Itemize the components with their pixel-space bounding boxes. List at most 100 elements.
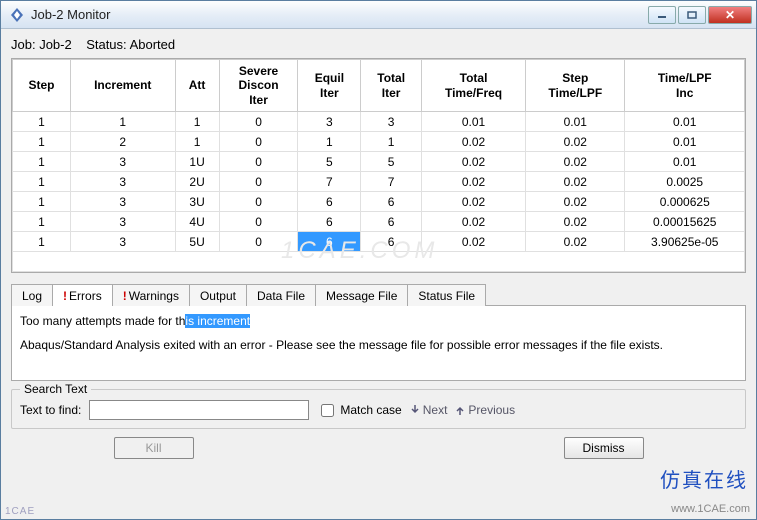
table-cell[interactable]: 0 [219, 172, 298, 192]
table-cell[interactable]: 0.0025 [625, 172, 745, 192]
col-time-lpf-inc[interactable]: Time/LPFInc [625, 60, 745, 112]
table-cell[interactable]: 0.02 [421, 232, 525, 252]
table-cell[interactable]: 0 [219, 152, 298, 172]
table-row[interactable]: 134U0660.020.020.00015625 [13, 212, 745, 232]
table-cell[interactable]: 0.01 [625, 112, 745, 132]
tab-warnings[interactable]: !Warnings [112, 284, 190, 306]
table-cell[interactable]: 0.000625 [625, 192, 745, 212]
table-cell[interactable]: 0.02 [421, 172, 525, 192]
col-severe-discon[interactable]: SevereDisconIter [219, 60, 298, 112]
tab-log[interactable]: Log [11, 284, 53, 306]
table-cell[interactable]: 3 [70, 172, 175, 192]
table-cell[interactable]: 3 [70, 152, 175, 172]
table-cell[interactable]: 1 [13, 152, 71, 172]
col-total-time[interactable]: TotalTime/Freq [421, 60, 525, 112]
table-cell[interactable]: 1 [13, 212, 71, 232]
table-row[interactable]: 131U0550.020.020.01 [13, 152, 745, 172]
table-cell[interactable]: 2 [70, 132, 175, 152]
table-row[interactable]: 132U0770.020.020.0025 [13, 172, 745, 192]
titlebar[interactable]: Job-2 Monitor ✕ [1, 1, 756, 29]
table-cell[interactable]: 2U [175, 172, 219, 192]
table-cell[interactable]: 6 [361, 192, 422, 212]
table-cell[interactable]: 0 [219, 192, 298, 212]
table-cell[interactable]: 0.01 [421, 112, 525, 132]
dismiss-button[interactable]: Dismiss [564, 437, 644, 459]
table-cell[interactable]: 3 [70, 192, 175, 212]
table-cell[interactable]: 0 [219, 212, 298, 232]
warning-bang-icon: ! [123, 289, 127, 303]
table-cell[interactable]: 0.01 [625, 132, 745, 152]
status-label: Status: [86, 37, 126, 52]
maximize-button[interactable] [678, 6, 706, 24]
table-cell[interactable]: 0.02 [526, 232, 625, 252]
table-cell[interactable]: 0.01 [625, 152, 745, 172]
table-cell[interactable]: 0.02 [421, 132, 525, 152]
tab-data-file[interactable]: Data File [246, 284, 316, 306]
table-cell[interactable]: 3U [175, 192, 219, 212]
table-cell[interactable]: 0.02 [421, 152, 525, 172]
table-cell[interactable]: 0.02 [526, 212, 625, 232]
table-cell[interactable]: 5 [298, 152, 361, 172]
table-row[interactable]: 1110330.010.010.01 [13, 112, 745, 132]
table-row[interactable]: 133U0660.020.020.000625 [13, 192, 745, 212]
table-cell[interactable]: 7 [361, 172, 422, 192]
table-cell[interactable]: 0 [219, 132, 298, 152]
table-cell[interactable]: 3 [70, 232, 175, 252]
table-cell[interactable]: 3 [361, 112, 422, 132]
table-cell[interactable]: 1 [70, 112, 175, 132]
table-cell[interactable]: 6 [298, 232, 361, 252]
tab-errors[interactable]: !Errors [52, 284, 113, 306]
tab-status-file[interactable]: Status File [407, 284, 486, 306]
close-button[interactable]: ✕ [708, 6, 752, 24]
table-cell[interactable]: 1 [175, 132, 219, 152]
table-cell[interactable]: 1 [175, 112, 219, 132]
table-cell[interactable]: 3 [70, 212, 175, 232]
previous-button[interactable]: Previous [455, 403, 515, 417]
table-cell[interactable]: 0.02 [421, 192, 525, 212]
table-cell[interactable]: 0 [219, 112, 298, 132]
table-cell[interactable]: 1 [13, 192, 71, 212]
table-cell[interactable]: 0.02 [526, 132, 625, 152]
match-case-input[interactable] [321, 404, 334, 417]
tab-output[interactable]: Output [189, 284, 247, 306]
col-equil-iter[interactable]: EquilIter [298, 60, 361, 112]
tab-message-file[interactable]: Message File [315, 284, 408, 306]
table-cell[interactable]: 6 [361, 212, 422, 232]
table-cell[interactable]: 3 [298, 112, 361, 132]
table-cell[interactable]: 4U [175, 212, 219, 232]
table-cell[interactable]: 0.02 [526, 152, 625, 172]
table-cell[interactable]: 0.02 [526, 172, 625, 192]
minimize-button[interactable] [648, 6, 676, 24]
table-cell[interactable]: 1 [361, 132, 422, 152]
col-total-iter[interactable]: TotalIter [361, 60, 422, 112]
error-message-box[interactable]: Too many attempts made for this incremen… [11, 305, 746, 381]
table-cell[interactable]: 5 [361, 152, 422, 172]
table-cell[interactable]: 6 [298, 212, 361, 232]
table-cell[interactable]: 0.02 [526, 192, 625, 212]
table-cell[interactable]: 1U [175, 152, 219, 172]
col-increment[interactable]: Increment [70, 60, 175, 112]
table-cell[interactable]: 3.90625e-05 [625, 232, 745, 252]
table-cell[interactable]: 0 [219, 232, 298, 252]
match-case-checkbox[interactable]: Match case [317, 401, 401, 420]
table-cell[interactable]: 1 [298, 132, 361, 152]
data-table[interactable]: Step Increment Att SevereDisconIter Equi… [12, 59, 745, 272]
table-cell[interactable]: 0.00015625 [625, 212, 745, 232]
col-step-time[interactable]: StepTime/LPF [526, 60, 625, 112]
table-cell[interactable]: 7 [298, 172, 361, 192]
table-cell[interactable]: 6 [298, 192, 361, 212]
next-button[interactable]: Next [410, 403, 448, 417]
table-cell[interactable]: 1 [13, 132, 71, 152]
table-cell[interactable]: 5U [175, 232, 219, 252]
table-cell[interactable]: 1 [13, 232, 71, 252]
table-cell[interactable]: 0.01 [526, 112, 625, 132]
col-step[interactable]: Step [13, 60, 71, 112]
table-cell[interactable]: 1 [13, 172, 71, 192]
table-cell[interactable]: 1 [13, 112, 71, 132]
table-row[interactable]: 1210110.020.020.01 [13, 132, 745, 152]
table-cell[interactable]: 6 [361, 232, 422, 252]
table-row[interactable]: 135U0660.020.023.90625e-05 [13, 232, 745, 252]
table-cell[interactable]: 0.02 [421, 212, 525, 232]
search-input[interactable] [89, 400, 309, 420]
col-att[interactable]: Att [175, 60, 219, 112]
